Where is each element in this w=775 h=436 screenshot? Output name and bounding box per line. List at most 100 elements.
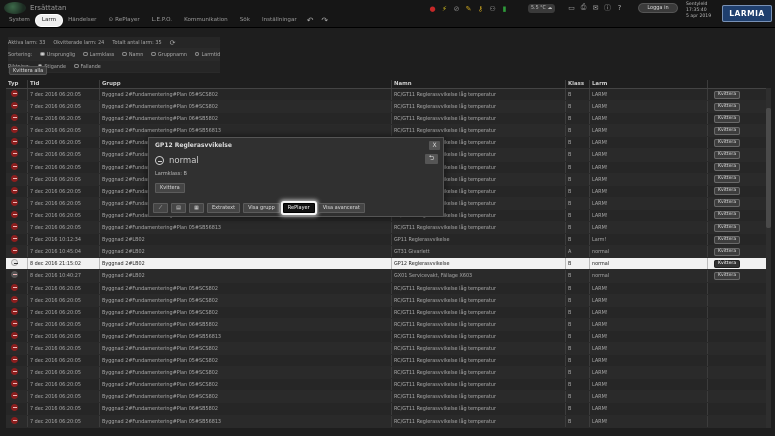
mail-icon[interactable]: ✉ [591, 3, 600, 12]
table-row[interactable]: 7 dec 2016 06:20:05Byggnad 2#Fundamenter… [6, 125, 768, 138]
nav-replayer[interactable]: ⊙ RePlayer [102, 15, 145, 26]
show-advanced-button[interactable]: Visa avancerat [317, 203, 365, 213]
table-row[interactable]: 7 dec 2016 10:12:34 Byggnad 2#LB02 GP11 Re… [6, 234, 768, 247]
row-ack-button[interactable]: Kvittera [714, 126, 741, 135]
show-group-button[interactable]: Visa grupp [243, 203, 280, 213]
row-ack-button[interactable]: Kvittera [714, 138, 741, 147]
sort-option-group[interactable]: Gruppnamn [151, 49, 187, 61]
table-row[interactable]: 7 dec 2016 06:20:05Byggnad 2#Fundamenter… [6, 89, 768, 102]
sort-option-original[interactable]: Ursprunglig [40, 49, 75, 61]
nav-system[interactable]: System [3, 15, 36, 26]
nav-larm[interactable]: Larm [35, 14, 63, 26]
sort-option-time[interactable]: Larmtid [194, 49, 220, 61]
people-icon[interactable]: ⚇ [488, 4, 497, 13]
row-ack-button[interactable]: Kvittera [714, 235, 741, 244]
ack-all-button[interactable]: Kvittera alla [9, 66, 48, 75]
table-row[interactable]: 8 dec 2016 21:15:02 Byggnad 2#LB02 GP12 Re… [6, 258, 768, 271]
row-group: Byggnad 2#Fundamentering#Plan 05#SCS802 [100, 342, 392, 355]
table-row[interactable]: 7 dec 2016 06:20:05Byggnad 2#Fundamenter… [6, 342, 768, 356]
back-button[interactable]: ⮌ [425, 154, 438, 164]
row-ack-button[interactable]: Kvittera [714, 223, 741, 232]
dialog-ack-button[interactable]: Kvittera [155, 183, 185, 193]
warning-icon[interactable]: ⚡ [440, 4, 449, 13]
row-action: Kvittera [708, 234, 764, 245]
row-alarm-state: LARM! [590, 306, 708, 318]
nav-installningar[interactable]: Inställningar [256, 15, 303, 26]
monitor-icon[interactable]: ▭ [567, 3, 576, 12]
nav-kommunikation[interactable]: Kommunikation [178, 15, 234, 26]
undo-icon[interactable]: ↶ [303, 16, 318, 25]
row-alarm-state: LARM! [590, 149, 708, 161]
print-icon[interactable]: ⎙ [579, 3, 588, 12]
table-row[interactable]: 7 dec 2016 06:20:05Byggnad 2#Fundamenter… [6, 294, 768, 307]
table-row[interactable]: 7 dec 2016 06:20:05Byggnad 2#Fundamenter… [6, 391, 768, 404]
table-row[interactable]: 7 dec 2016 06:20:05Byggnad 2#Fundamenter… [6, 101, 768, 114]
row-ack-button[interactable]: Kvittera [714, 150, 741, 159]
table-row[interactable]: 8 dec 2016 10:40:27 Byggnad 2#LB02 GX01 Se… [6, 270, 768, 283]
row-ack-button[interactable]: Kvittera [714, 187, 741, 196]
nav-handelser[interactable]: Händelser [62, 15, 102, 26]
info-icon[interactable]: ⓘ [603, 3, 612, 12]
sort-option-name[interactable]: Namn [122, 49, 143, 61]
header-larm[interactable]: Larm [590, 80, 708, 88]
alarm-stop-icon[interactable]: ● [428, 4, 437, 13]
header-klass[interactable]: Klass [566, 80, 590, 88]
row-ack-button[interactable]: Kvittera [714, 259, 741, 268]
table-scrollbar[interactable] [766, 88, 771, 428]
help-icon[interactable]: ? [615, 3, 624, 12]
table-row[interactable]: 7 dec 2016 06:20:05Byggnad 2#Fundamenter… [6, 318, 768, 331]
key-icon[interactable]: ⚷ [476, 4, 485, 13]
row-type [6, 355, 28, 367]
extratext-button[interactable]: Extratext [207, 203, 241, 213]
battery-icon[interactable]: ▮ [500, 4, 509, 13]
login-button[interactable]: Logga in [638, 3, 678, 13]
header-grupp[interactable]: Grupp [100, 80, 392, 88]
reset-icon[interactable]: ⊘ [452, 4, 461, 13]
direction-descending[interactable]: Fallande [74, 61, 101, 73]
row-ack-button[interactable]: Kvittera [714, 175, 741, 184]
row-action [708, 343, 764, 354]
header-namn[interactable]: Namn [392, 80, 566, 88]
header-typ[interactable]: Typ [6, 80, 28, 88]
nav-sok[interactable]: Sök [234, 15, 256, 26]
row-type [6, 222, 28, 234]
redo-icon[interactable]: ↷ [317, 16, 332, 25]
tools-icon[interactable]: ✎ [464, 4, 473, 13]
alarm-type-icon [11, 198, 18, 206]
refresh-icon[interactable]: ⟳ [170, 37, 176, 49]
table-row[interactable]: 7 dec 2016 06:20:05Byggnad 2#Fundamenter… [6, 222, 768, 235]
row-ack-button[interactable]: Kvittera [714, 163, 741, 172]
sort-option-class[interactable]: Larmklass [83, 49, 114, 61]
table-row[interactable]: 7 dec 2016 06:20:05Byggnad 2#Fundamenter… [6, 367, 768, 380]
table-row[interactable]: 7 dec 2016 06:20:05Byggnad 2#Fundamenter… [6, 282, 768, 295]
table-row[interactable]: 7 dec 2016 06:20:05Byggnad 2#Fundamenter… [6, 330, 768, 343]
table-row[interactable]: 7 dec 2016 06:20:05Byggnad 2#Fundamenter… [6, 403, 768, 416]
table-row[interactable]: 7 dec 2016 06:20:05Byggnad 2#Fundamenter… [6, 415, 768, 428]
row-ack-button[interactable]: Kvittera [714, 211, 741, 220]
nav-lepo[interactable]: L.E.P.O. [146, 15, 178, 26]
row-ack-button[interactable]: Kvittera [714, 114, 741, 123]
list-button[interactable]: ▤ [171, 203, 186, 213]
row-ack-button[interactable]: Kvittera [714, 247, 741, 256]
trend-button[interactable]: ⟋ [153, 203, 168, 213]
table-row[interactable]: 7 dec 2016 10:45:04 Byggnad 2#LB02 GT31 Gi… [6, 246, 768, 259]
replayer-button[interactable]: RePlayer [282, 203, 315, 213]
row-alarm-state: LARM! [590, 161, 708, 173]
table-button[interactable]: ▦ [189, 203, 204, 213]
table-row[interactable]: 7 dec 2016 06:20:05Byggnad 2#Fundamenter… [6, 306, 768, 319]
alarm-type-icon [11, 174, 18, 182]
radio-icon [194, 51, 200, 57]
row-ack-button[interactable]: Kvittera [714, 271, 741, 280]
header-tid[interactable]: Tid [28, 80, 100, 88]
row-type [6, 209, 28, 222]
row-ack-button[interactable]: Kvittera [714, 199, 741, 208]
close-button[interactable]: X [429, 141, 440, 150]
table-row[interactable]: 7 dec 2016 06:20:05Byggnad 2#Fundamenter… [6, 355, 768, 368]
table-row[interactable]: 7 dec 2016 06:20:05Byggnad 2#Fundamenter… [6, 379, 768, 392]
table-row[interactable]: 7 dec 2016 06:20:05Byggnad 2#Fundamenter… [6, 113, 768, 126]
row-ack-button[interactable]: Kvittera [714, 90, 741, 99]
row-time: 7 dec 2016 06:20:05 [28, 318, 100, 330]
row-ack-button[interactable]: Kvittera [714, 102, 741, 111]
scrollbar-thumb[interactable] [766, 108, 771, 228]
radio-icon [151, 51, 156, 57]
